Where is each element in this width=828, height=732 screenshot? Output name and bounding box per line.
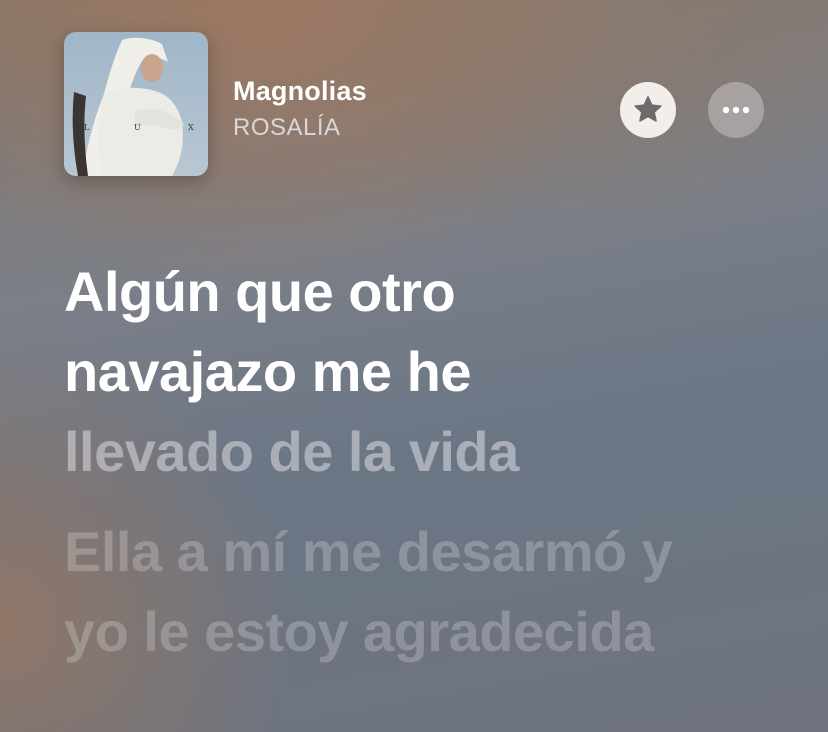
favorite-button[interactable]: [620, 82, 676, 138]
ellipsis-icon: [722, 106, 750, 114]
lyric-line-sung: Algún que otro: [64, 260, 456, 323]
lyric-line-pending: llevado de la vida: [64, 420, 519, 483]
track-title[interactable]: Magnolias: [233, 76, 367, 107]
album-letter-l: L: [84, 123, 90, 132]
album-art[interactable]: L U X: [64, 32, 208, 176]
star-icon: [634, 96, 662, 122]
lyrics-view: Algún que otro navajazo me he llevado de…: [64, 252, 804, 692]
album-letter-x: X: [188, 123, 194, 132]
album-cover-image: L U X: [64, 32, 208, 176]
lyric-line-next: Ella a mí me desarmó y: [64, 520, 673, 583]
lyric-line-next: yo le estoy agradecida: [64, 600, 654, 663]
album-letter-u: U: [134, 123, 141, 132]
lyric-line-sung: navajazo me he: [64, 340, 471, 403]
more-options-button[interactable]: [708, 82, 764, 138]
lyric-next-block[interactable]: Ella a mí me desarmó y yo le estoy agrad…: [64, 512, 804, 672]
track-artist[interactable]: ROSALÍA: [233, 114, 341, 142]
lyric-current-block[interactable]: Algún que otro navajazo me he llevado de…: [64, 252, 804, 492]
